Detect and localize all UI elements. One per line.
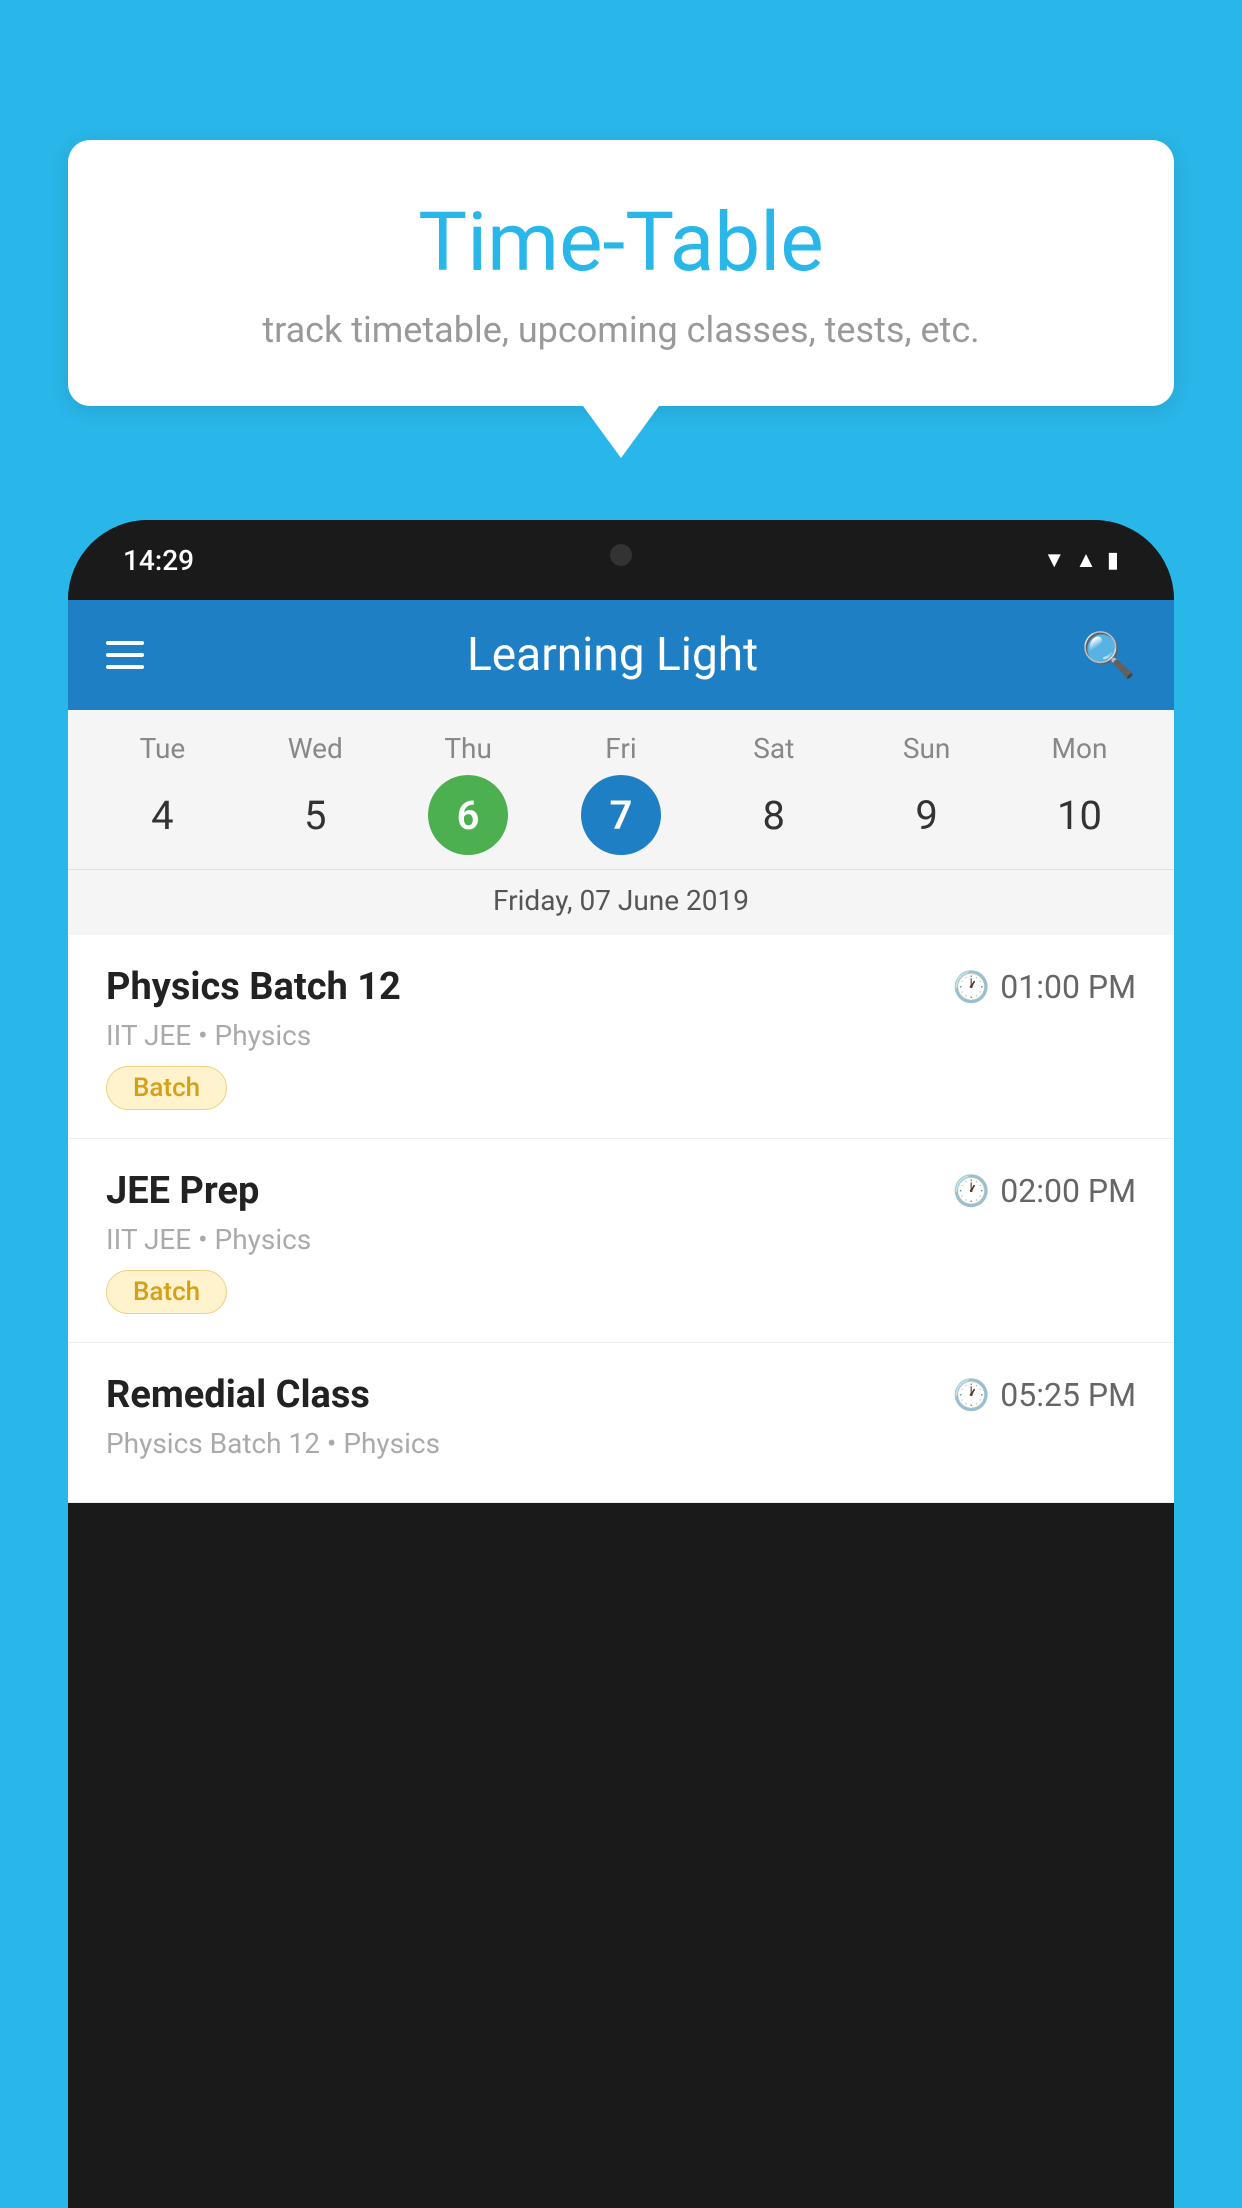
schedule-item-header-2: Remedial Class 🕐 05:25 PM [106, 1373, 1136, 1417]
schedule-item-1[interactable]: JEE Prep 🕐 02:00 PM IIT JEE • Physics Ba… [68, 1139, 1174, 1343]
speech-bubble-title: Time-Table [128, 195, 1114, 291]
phone-container: 14:29 ▼ ▲ ▮ Learning Light 🔍 Tu [68, 520, 1174, 2208]
selected-date-label: Friday, 07 June 2019 [68, 869, 1174, 935]
camera-dot [610, 544, 632, 566]
speech-bubble: Time-Table track timetable, upcoming cla… [68, 140, 1174, 406]
badge-batch-0: Batch [106, 1066, 227, 1110]
days-row: Tue 4 Wed 5 Thu 6 Fri 7 Sat 8 Sun 9 Mon 10 [68, 732, 1174, 855]
day-col-sun[interactable]: Sun 9 [862, 732, 992, 855]
schedule-list: Physics Batch 12 🕐 01:00 PM IIT JEE • Ph… [68, 935, 1174, 1503]
day-name-mon: Mon [1052, 732, 1108, 765]
day-name-sat: Sat [753, 732, 794, 765]
day-num-8[interactable]: 8 [734, 775, 814, 855]
day-name-thu: Thu [444, 732, 492, 765]
day-num-7[interactable]: 7 [581, 775, 661, 855]
day-name-tue: Tue [140, 732, 186, 765]
menu-icon[interactable] [106, 641, 144, 669]
schedule-item-title-1: JEE Prep [106, 1169, 259, 1213]
clock-icon-1: 🕐 [953, 1174, 990, 1209]
schedule-item-sub-1: IIT JEE • Physics [106, 1223, 1136, 1256]
status-bar: 14:29 ▼ ▲ ▮ [68, 520, 1174, 600]
status-icons: ▼ ▲ ▮ [1043, 547, 1119, 573]
phone-notch [511, 520, 731, 590]
schedule-item-2[interactable]: Remedial Class 🕐 05:25 PM Physics Batch … [68, 1343, 1174, 1503]
speech-bubble-arrow [583, 406, 659, 458]
battery-icon: ▮ [1107, 548, 1119, 573]
calendar-strip: Tue 4 Wed 5 Thu 6 Fri 7 Sat 8 Sun 9 Mon 10 Friday, 07… [68, 710, 1174, 935]
app-bar-title: Learning Light [144, 628, 1081, 682]
day-name-fri: Fri [605, 732, 636, 765]
speech-bubble-subtitle: track timetable, upcoming classes, tests… [128, 309, 1114, 351]
day-num-10[interactable]: 10 [1039, 775, 1119, 855]
search-icon[interactable]: 🔍 [1081, 629, 1136, 681]
schedule-item-sub-0: IIT JEE • Physics [106, 1019, 1136, 1052]
day-col-thu[interactable]: Thu 6 [403, 732, 533, 855]
day-name-sun: Sun [903, 732, 951, 765]
day-num-4[interactable]: 4 [122, 775, 202, 855]
badge-batch-1: Batch [106, 1270, 227, 1314]
status-time: 14:29 [123, 544, 194, 577]
phone-frame: 14:29 ▼ ▲ ▮ Learning Light 🔍 Tu [68, 520, 1174, 2208]
day-col-wed[interactable]: Wed 5 [250, 732, 380, 855]
schedule-item-title-2: Remedial Class [106, 1373, 370, 1417]
day-col-sat[interactable]: Sat 8 [709, 732, 839, 855]
signal-icon: ▲ [1075, 547, 1097, 573]
schedule-item-time-text-0: 01:00 PM [1000, 968, 1136, 1006]
day-num-9[interactable]: 9 [887, 775, 967, 855]
clock-icon-2: 🕐 [953, 1378, 990, 1413]
day-col-tue[interactable]: Tue 4 [97, 732, 227, 855]
schedule-item-time-1: 🕐 02:00 PM [953, 1172, 1136, 1210]
menu-line-3 [106, 665, 144, 669]
schedule-item-title-0: Physics Batch 12 [106, 965, 401, 1009]
app-bar: Learning Light 🔍 [68, 600, 1174, 710]
schedule-item-sub-2: Physics Batch 12 • Physics [106, 1427, 1136, 1460]
schedule-item-header-1: JEE Prep 🕐 02:00 PM [106, 1169, 1136, 1213]
speech-bubble-container: Time-Table track timetable, upcoming cla… [68, 140, 1174, 458]
menu-line-2 [106, 653, 144, 657]
day-col-mon[interactable]: Mon 10 [1014, 732, 1144, 855]
clock-icon-0: 🕐 [953, 970, 990, 1005]
day-num-6[interactable]: 6 [428, 775, 508, 855]
day-col-fri[interactable]: Fri 7 [556, 732, 686, 855]
schedule-item-time-text-2: 05:25 PM [1000, 1376, 1136, 1414]
day-num-5[interactable]: 5 [275, 775, 355, 855]
schedule-item-0[interactable]: Physics Batch 12 🕐 01:00 PM IIT JEE • Ph… [68, 935, 1174, 1139]
schedule-item-time-0: 🕐 01:00 PM [953, 968, 1136, 1006]
schedule-item-time-2: 🕐 05:25 PM [953, 1376, 1136, 1414]
wifi-icon: ▼ [1043, 547, 1065, 573]
menu-line-1 [106, 641, 144, 645]
day-name-wed: Wed [288, 732, 343, 765]
schedule-item-header-0: Physics Batch 12 🕐 01:00 PM [106, 965, 1136, 1009]
schedule-item-time-text-1: 02:00 PM [1000, 1172, 1136, 1210]
